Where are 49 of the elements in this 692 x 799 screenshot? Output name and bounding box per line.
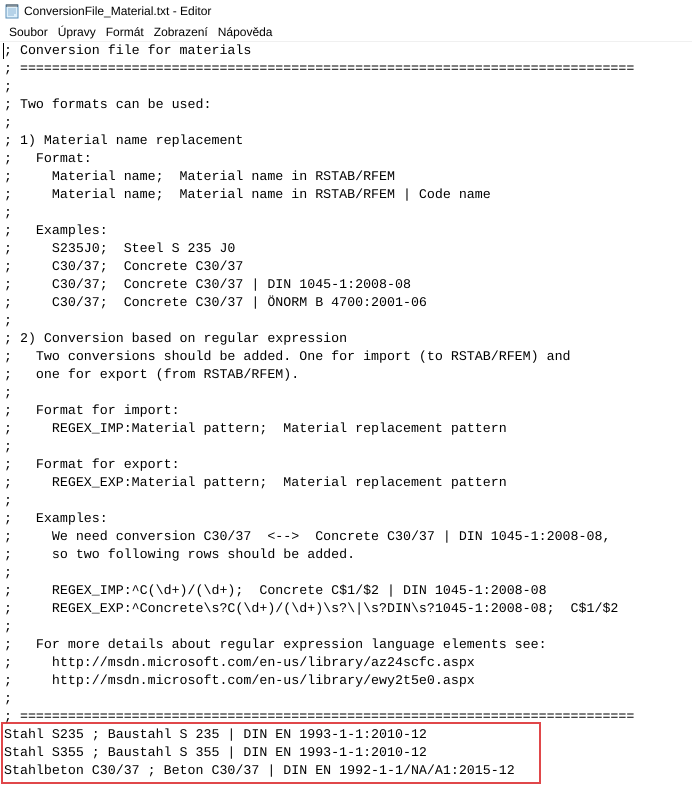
menu-item[interactable]: Úpravy (52, 22, 101, 40)
menu-item[interactable]: Formát (100, 22, 149, 40)
text-line: ; For more details about regular expression language elements see: (4, 636, 547, 654)
text-line: ; (4, 114, 12, 132)
text-line: ; 2) Conversion based on regular expression (4, 330, 348, 348)
text-line: ; (4, 312, 12, 330)
text-line: ; Examples: (4, 222, 108, 240)
text-line: ; Conversion file for materials (4, 42, 252, 60)
text-line: ; (4, 204, 12, 222)
text-line: ; REGEX_EXP:Material pattern; Material replacement pattern (4, 474, 507, 492)
text-line: ; Examples: (4, 510, 108, 528)
text-line: ; C30/37; Concrete C30/37 | ÖNORM B 4700:2001-06 (4, 294, 427, 312)
text-line: ; Two conversions should be added. One for import (to RSTAB/RFEM) and (4, 348, 571, 366)
text-line: Stahl S355 ; Baustahl S 355 | DIN EN 1993-1-1:2010-12 (4, 744, 427, 762)
text-line: ; S235J0; Steel S 235 J0 (4, 240, 236, 258)
text-line: ; http://msdn.microsoft.com/en-us/library/ewy2t5e0.aspx (4, 672, 475, 690)
notepad-icon (4, 3, 20, 19)
text-line: ; (4, 492, 12, 510)
text-line: ; Format for export: (4, 456, 180, 474)
text-line: ; (4, 564, 12, 582)
text-line: ; http://msdn.microsoft.com/en-us/library/az24scfc.aspx (4, 654, 475, 672)
text-line: ; (4, 78, 12, 96)
text-line: ; (4, 438, 12, 456)
text-line: ; REGEX_IMP:Material pattern; Material replacement pattern (4, 420, 507, 438)
text-line: ; ============================================================================= (4, 60, 634, 78)
text-line: ; Format: (4, 150, 92, 168)
text-line: Stahl S235 ; Baustahl S 235 | DIN EN 1993-1-1:2010-12 (4, 726, 427, 744)
text-cursor (3, 43, 4, 59)
text-line: ; REGEX_EXP:^Concrete\s?C(\d+)/(\d+)\s?\|\s?DIN\s?1045-1:2008-08; C$1/$2 (4, 600, 618, 618)
text-line: ; ============================================================================= (4, 708, 634, 726)
text-line: ; C30/37; Concrete C30/37 (4, 258, 244, 276)
menu-item[interactable]: Soubor (4, 22, 53, 40)
text-line: ; REGEX_IMP:^C(\d+)/(\d+); Concrete C$1/$2 | DIN 1045-1:2008-08 (4, 582, 547, 600)
text-line: ; (4, 690, 12, 708)
text-line: ; (4, 384, 12, 402)
text-line: ; Material name; Material name in RSTAB/RFEM | Code name (4, 186, 491, 204)
text-line: ; Format for import: (4, 402, 180, 420)
text-line: ; Two formats can be used: (4, 96, 212, 114)
text-line: ; (4, 618, 12, 636)
text-line: ; We need conversion C30/37 <--> Concrete C30/37 | DIN 1045-1:2008-08, (4, 528, 610, 546)
text-line: ; one for export (from RSTAB/RFEM). (4, 366, 300, 384)
window-title: ConversionFile_Material.txt - Editor (24, 3, 212, 20)
text-line: ; C30/37; Concrete C30/37 | DIN 1045-1:2008-08 (4, 276, 411, 294)
text-line: ; so two following rows should be added. (4, 546, 356, 564)
menu-item[interactable]: Nápověda (212, 22, 278, 40)
text-line: ; Material name; Material name in RSTAB/RFEM (4, 168, 395, 186)
menu-item[interactable]: Zobrazení (148, 22, 213, 40)
text-line: Stahlbeton C30/37 ; Beton C30/37 | DIN EN 1992-1-1/NA/A1:2015-12 (4, 762, 515, 780)
text-line: ; 1) Material name replacement (4, 132, 244, 150)
